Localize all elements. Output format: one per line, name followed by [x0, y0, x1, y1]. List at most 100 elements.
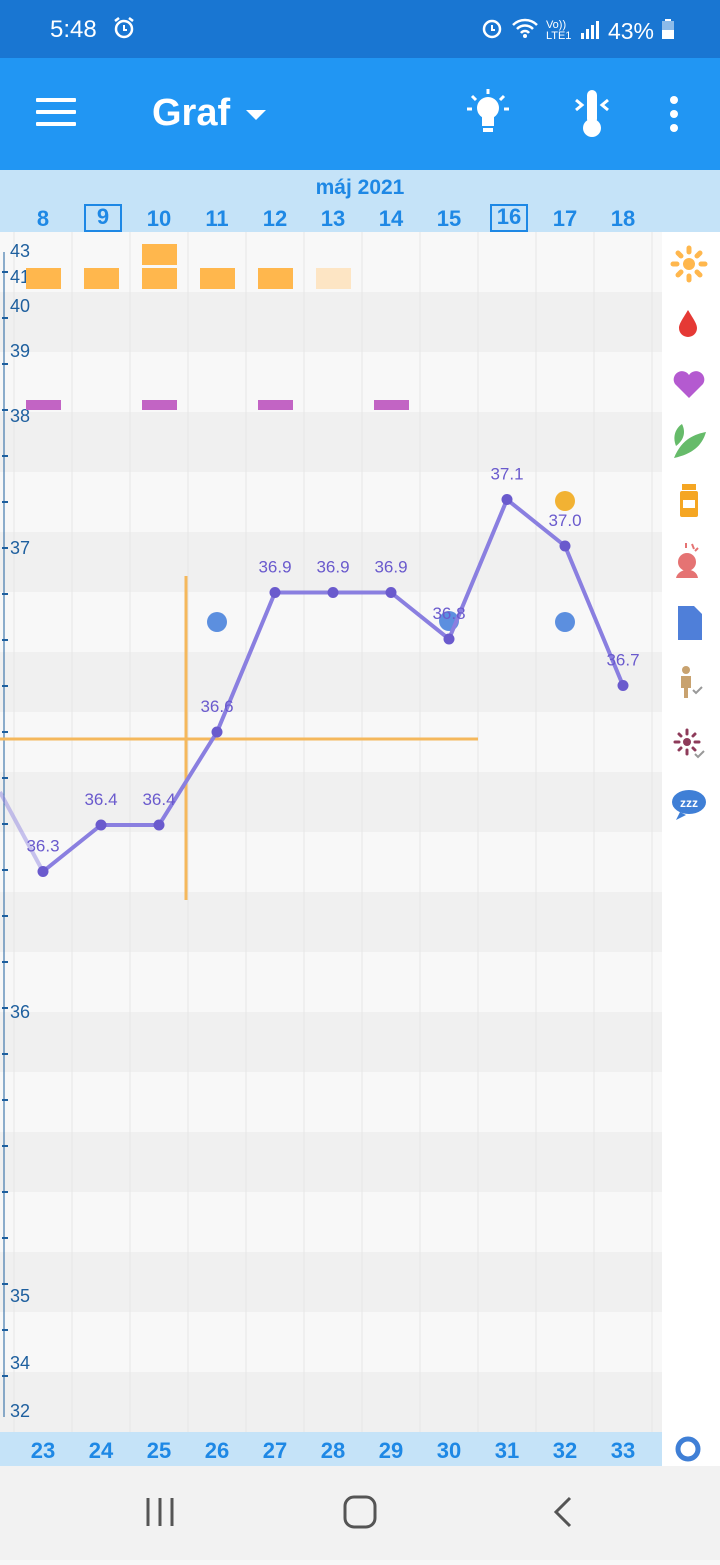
- signal-icon: [580, 18, 600, 45]
- cycle-day-label: 25: [146, 1438, 172, 1463]
- y-tick-label: 39: [10, 341, 30, 361]
- grid-band: [0, 1072, 662, 1132]
- svg-text:zzz: zzz: [680, 796, 698, 810]
- month-label: máj 2021: [315, 176, 405, 199]
- page-title[interactable]: Graf: [152, 92, 230, 135]
- grid-band: [0, 712, 662, 772]
- leaf-icon: [674, 424, 706, 458]
- temperature-point: [269, 587, 281, 598]
- note-icon: [678, 606, 702, 640]
- grid-band: [0, 1372, 662, 1432]
- mucus-marker: [258, 400, 293, 410]
- period-marker: [142, 268, 177, 289]
- grid-band: [0, 652, 662, 712]
- day-label[interactable]: 14: [374, 206, 408, 232]
- cycle-day-label: 28: [320, 1438, 346, 1463]
- intercourse-dot: [555, 612, 575, 632]
- day-header: máj 2021 8 9 10 11 12 13 14 15 16 17 18: [0, 170, 720, 232]
- y-tick-label: 35: [10, 1286, 30, 1306]
- grid-band: [0, 1252, 662, 1312]
- day-label[interactable]: 10: [142, 206, 176, 232]
- temperature-point: [443, 633, 455, 645]
- temperature-label: 36.9: [258, 558, 291, 577]
- temperature-point: [327, 587, 339, 598]
- period-marker: [142, 244, 177, 265]
- battery-icon: [662, 18, 674, 45]
- thermometer-icon[interactable]: [572, 88, 612, 145]
- lightbulb-icon[interactable]: [466, 88, 510, 143]
- grid-band: [0, 832, 662, 892]
- cycle-day-bar: 23 24 25 26 27 28 29 30 31 32 33: [0, 1432, 662, 1466]
- status-bar: 5:48 Vo)) LTE1 43%: [0, 0, 720, 58]
- side-icon-column: zzz: [662, 232, 720, 1466]
- period-marker: [84, 268, 119, 289]
- menu-icon[interactable]: [36, 98, 76, 128]
- y-tick-label: 32: [10, 1401, 30, 1421]
- cycle-day-label: 32: [552, 1438, 578, 1463]
- cycle-day-label: 33: [610, 1438, 636, 1463]
- spotting-marker: [316, 268, 351, 289]
- cycle-day-label: 30: [436, 1438, 462, 1463]
- more-options-icon[interactable]: [670, 96, 682, 138]
- grid-band: [0, 1012, 662, 1072]
- sun-icon: [670, 245, 708, 283]
- temperature-chart[interactable]: 43 41 40 39 38 37 36 35 34 32 36.336.4 36…: [0, 232, 662, 1432]
- temperature-label: 37.1: [490, 465, 523, 484]
- grid-band: [0, 292, 662, 352]
- grid-band: [0, 1312, 662, 1372]
- pregnancy-test-icon: [681, 666, 703, 698]
- cycle-icon: [675, 1436, 701, 1462]
- day-label-today[interactable]: 9: [84, 204, 122, 232]
- day-label[interactable]: 8: [26, 206, 60, 232]
- alarm-icon: [112, 16, 136, 45]
- day-label-highlight[interactable]: 16: [490, 204, 528, 232]
- alarm-status-icon: [480, 16, 504, 46]
- y-tick-label: 36: [10, 1002, 30, 1022]
- intercourse-dot: [207, 612, 227, 632]
- day-label[interactable]: 13: [316, 206, 350, 232]
- cycle-day-label: 26: [204, 1438, 230, 1463]
- day-label[interactable]: 12: [258, 206, 292, 232]
- grid-band: [0, 892, 662, 952]
- status-time: 5:48: [50, 16, 97, 43]
- mucus-marker: [374, 400, 409, 410]
- chevron-down-icon[interactable]: [246, 110, 266, 120]
- drop-icon: [679, 310, 697, 337]
- temperature-label: 36.3: [26, 837, 59, 856]
- temperature-label: 36.4: [142, 790, 175, 809]
- y-tick-label: 40: [10, 296, 30, 316]
- temperature-point: [617, 680, 629, 691]
- temperature-point: [153, 819, 165, 831]
- pain-icon: [676, 543, 699, 578]
- grid-band: [0, 952, 662, 1012]
- day-label[interactable]: 17: [548, 206, 582, 232]
- temperature-point: [95, 819, 107, 831]
- medicine-icon: [680, 484, 698, 517]
- mucus-marker: [142, 400, 177, 410]
- day-label[interactable]: 15: [432, 206, 466, 232]
- day-label[interactable]: 11: [200, 206, 234, 232]
- day-label[interactable]: 18: [606, 206, 640, 232]
- temperature-label: 36.7: [606, 651, 639, 670]
- home-button: [343, 1495, 377, 1529]
- ovulation-test-icon: [673, 728, 705, 759]
- cycle-day-label: 23: [30, 1438, 56, 1463]
- temperature-label: 36.9: [374, 558, 407, 577]
- temperature-label: 37.0: [548, 511, 581, 530]
- temperature-point: [37, 866, 49, 877]
- network-type: LTE1: [545, 30, 572, 42]
- grid-band: [0, 1192, 662, 1252]
- ovulation-dot: [555, 491, 575, 511]
- temperature-point: [211, 726, 223, 738]
- cycle-day-label: 29: [378, 1438, 404, 1463]
- grid-band: [0, 1132, 662, 1192]
- grid-band: [0, 352, 662, 412]
- period-marker: [258, 268, 293, 289]
- mucus-marker: [26, 400, 61, 410]
- temperature-point: [559, 540, 571, 552]
- y-tick-label: 37: [10, 538, 30, 558]
- temperature-label: 36.8: [432, 604, 465, 623]
- cycle-day-label: 31: [494, 1438, 520, 1463]
- cycle-day-label: 27: [262, 1438, 288, 1463]
- temperature-point: [501, 494, 513, 505]
